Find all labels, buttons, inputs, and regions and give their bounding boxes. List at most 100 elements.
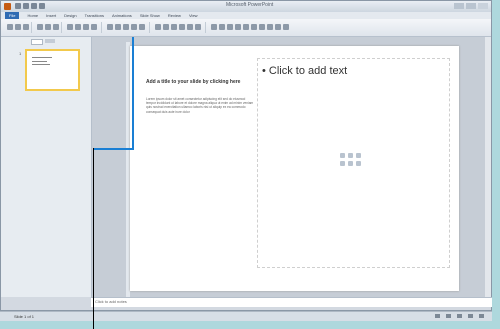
numbering-icon[interactable]	[115, 24, 121, 30]
slide-thumbnail[interactable]	[25, 49, 80, 91]
notes-placeholder: Click to add notes	[95, 299, 127, 304]
arrange-icon[interactable]	[187, 24, 193, 30]
tab-file[interactable]: File	[5, 12, 20, 19]
reset-icon[interactable]	[53, 24, 59, 30]
tab-slide-show[interactable]: Slide Show	[140, 12, 160, 19]
shape-rectangle-icon[interactable]	[155, 24, 161, 30]
shape-oval-icon[interactable]	[163, 24, 169, 30]
ribbon-divider	[31, 22, 32, 33]
chart-icon[interactable]	[267, 24, 273, 30]
thumb-title-line	[32, 57, 52, 58]
status-bar: Slide 1 of 1	[0, 311, 492, 321]
save-icon[interactable]	[15, 3, 21, 9]
find-icon[interactable]	[211, 24, 217, 30]
ribbon-divider	[61, 22, 62, 33]
customize-icon[interactable]	[39, 3, 45, 9]
slide-indicator: Slide 1 of 1	[14, 314, 35, 319]
slides-group	[37, 22, 59, 32]
insert-clipart-icon[interactable]	[348, 161, 353, 166]
paragraph-group	[107, 22, 145, 32]
tab-insert[interactable]: Insert	[46, 12, 56, 19]
callout-line-vertical	[132, 37, 134, 150]
insert-media-icon[interactable]	[356, 161, 361, 166]
align-center-icon[interactable]	[131, 24, 137, 30]
tab-transitions[interactable]: Transitions	[85, 12, 104, 19]
tab-outline[interactable]	[45, 39, 55, 43]
undo-icon[interactable]	[23, 3, 29, 9]
callout-leader-line	[93, 148, 94, 329]
select-icon[interactable]	[227, 24, 233, 30]
close-button[interactable]	[478, 3, 488, 9]
redo-icon[interactable]	[31, 3, 37, 9]
insert-picture-icon[interactable]	[340, 161, 345, 166]
ribbon-divider	[149, 22, 150, 33]
font-color-icon[interactable]	[91, 24, 97, 30]
vertical-scrollbar[interactable]	[485, 37, 491, 297]
maximize-button[interactable]	[466, 3, 476, 9]
zoom-slider-icon[interactable]	[468, 314, 473, 318]
insert-smartart-icon[interactable]	[356, 153, 361, 158]
slide-sorter-icon[interactable]	[446, 314, 451, 318]
drawing-group	[155, 22, 201, 32]
normal-view-icon[interactable]	[435, 314, 440, 318]
clipboard-group	[7, 22, 29, 32]
effects-icon[interactable]	[251, 24, 257, 30]
slides-pane: 1	[1, 37, 92, 297]
replace-icon[interactable]	[219, 24, 225, 30]
editing-group	[211, 22, 289, 32]
shape-line-icon[interactable]	[171, 24, 177, 30]
bullet-icon: •	[262, 65, 269, 77]
font-group	[67, 22, 97, 32]
minimize-button[interactable]	[454, 3, 464, 9]
thumb-text-line	[32, 61, 47, 62]
window-title: Microsoft PowerPoint	[226, 2, 274, 8]
view-controls	[435, 314, 484, 318]
ribbon-divider	[101, 22, 102, 33]
underline-icon[interactable]	[83, 24, 89, 30]
bold-icon[interactable]	[67, 24, 73, 30]
insert-table-icon[interactable]	[340, 153, 345, 158]
new-slide-icon[interactable]	[37, 24, 43, 30]
ribbon-divider	[205, 22, 206, 33]
quick-styles-icon[interactable]	[195, 24, 201, 30]
tab-slides[interactable]	[31, 39, 43, 45]
callout-line-horizontal	[93, 148, 134, 150]
insert-content-icons	[340, 153, 361, 167]
pane-tabs	[31, 39, 55, 45]
smartart-icon[interactable]	[283, 24, 289, 30]
slide-title-placeholder[interactable]: Add a title to your slide by clicking he…	[146, 79, 256, 85]
table-icon[interactable]	[275, 24, 281, 30]
tab-design[interactable]: Design	[64, 12, 76, 19]
paste-icon[interactable]	[7, 24, 13, 30]
italic-icon[interactable]	[75, 24, 81, 30]
content-placeholder-label: • Click to add text	[262, 65, 347, 77]
tab-animations[interactable]: Animations	[112, 12, 132, 19]
copy-icon[interactable]	[23, 24, 29, 30]
tab-home[interactable]: Home	[27, 12, 38, 19]
slide-body-text[interactable]: Lorem ipsum dolor sit amet consectetur a…	[146, 97, 254, 114]
click-to-add-text: Click to add text	[268, 65, 348, 77]
cut-icon[interactable]	[15, 24, 21, 30]
tab-view[interactable]: View	[189, 12, 198, 19]
fit-window-icon[interactable]	[479, 314, 484, 318]
reading-view-icon[interactable]	[457, 314, 462, 318]
window-controls	[454, 3, 488, 9]
powerpoint-app-icon[interactable]	[4, 3, 11, 10]
notes-pane[interactable]: Click to add notes	[91, 297, 492, 307]
outline-icon[interactable]	[243, 24, 249, 30]
ribbon-tabs: File Home Insert Design Transitions Anim…	[1, 12, 491, 19]
slide-number: 1	[19, 51, 22, 56]
picture-icon[interactable]	[259, 24, 265, 30]
fill-icon[interactable]	[235, 24, 241, 30]
title-bar: Microsoft PowerPoint	[1, 1, 491, 12]
insert-chart-icon[interactable]	[348, 153, 353, 158]
tab-review[interactable]: Review	[168, 12, 181, 19]
layout-icon[interactable]	[45, 24, 51, 30]
thumb-text-line	[32, 64, 50, 65]
align-right-icon[interactable]	[139, 24, 145, 30]
align-left-icon[interactable]	[123, 24, 129, 30]
bullets-icon[interactable]	[107, 24, 113, 30]
shape-arrow-icon[interactable]	[179, 24, 185, 30]
quick-access-toolbar	[15, 3, 45, 9]
ribbon-toolbar	[1, 19, 491, 37]
